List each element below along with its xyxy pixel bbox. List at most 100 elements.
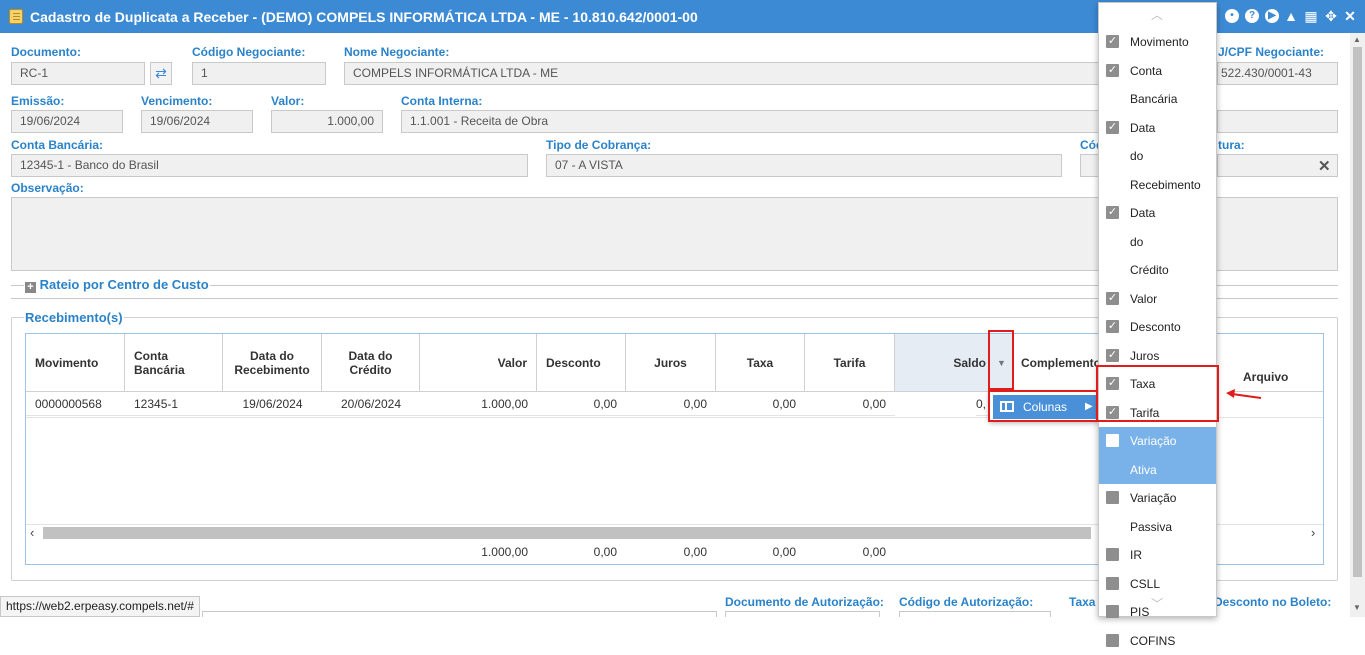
cell-taxa[interactable]: 0,00: [716, 392, 805, 416]
scroll-up-icon[interactable]: ▲: [1353, 35, 1361, 44]
column-toggle-label: Data: [1130, 199, 1155, 227]
col-header-taxa[interactable]: Taxa: [716, 334, 805, 392]
column-toggle-label: Data: [1130, 114, 1155, 142]
vencimento-field[interactable]: 19/06/2024: [141, 110, 253, 133]
column-toggle-label: Conta: [1130, 57, 1162, 85]
checkbox-checked-icon[interactable]: ✓: [1106, 292, 1119, 305]
rateio-section[interactable]: + Rateio por Centro de Custo: [24, 277, 210, 293]
tipo-cobranca-field[interactable]: 07 - A VISTA: [546, 154, 1062, 177]
column-toggle-ir[interactable]: IR: [1099, 541, 1216, 570]
column-toggle-varia-o-passiva[interactable]: VariaçãoPassiva: [1099, 484, 1216, 541]
column-toggle-label: Recebimento: [1130, 171, 1201, 199]
cell-juros[interactable]: 0,00: [626, 392, 716, 416]
checkbox-checked-icon[interactable]: ✓: [1106, 349, 1119, 362]
cod-autorizacao-field[interactable]: [899, 611, 1051, 617]
highlight-colunas-item: [988, 390, 1098, 422]
checkbox-empty-icon[interactable]: [1106, 491, 1119, 504]
column-toggle-valor[interactable]: ✓ Valor: [1099, 285, 1216, 314]
cnpj-field[interactable]: 522.430/0001-43: [1217, 62, 1338, 85]
column-toggle-movimento[interactable]: ✓Movimento: [1099, 28, 1216, 57]
cod-negociante-field[interactable]: 1: [192, 62, 326, 85]
col-header-data-credito[interactable]: Data do Crédito: [322, 334, 420, 392]
col-header-valor[interactable]: Valor: [420, 334, 537, 392]
col-header-conta-bancaria[interactable]: Conta Bancária: [125, 334, 223, 392]
valor-field[interactable]: 1.000,00: [271, 110, 383, 133]
refresh-icon[interactable]: ⇄: [150, 62, 172, 85]
nome-negociante-label: Nome Negociante:: [344, 45, 449, 59]
conta-interna-field-tail: [1217, 110, 1338, 133]
plus-icon[interactable]: +: [25, 282, 36, 293]
cell-tarifa[interactable]: 0,00: [805, 392, 895, 416]
doc-autorizacao-field[interactable]: [725, 611, 880, 617]
page-scrollbar[interactable]: ▲ ▼: [1350, 33, 1365, 617]
col-header-juros[interactable]: Juros: [626, 334, 716, 392]
fullscreen-icon[interactable]: ✥: [1324, 9, 1338, 23]
chevron-down-icon[interactable]: ﹀: [1151, 595, 1163, 612]
checkbox-empty-icon[interactable]: [1106, 577, 1119, 590]
doc-autorizacao-label: Documento de Autorização:: [725, 595, 884, 609]
highlight-sort-button: [988, 330, 1014, 390]
cell-desconto[interactable]: 0,00: [537, 392, 626, 416]
cell-data-recebimento[interactable]: 19/06/2024: [223, 392, 322, 416]
checkbox-empty-icon[interactable]: [1106, 634, 1119, 647]
cod-autorizacao-label: Código de Autorização:: [899, 595, 1033, 609]
conta-interna-label: Conta Interna:: [401, 94, 482, 108]
checkbox-empty-icon[interactable]: [1106, 434, 1119, 447]
checkbox-checked-icon[interactable]: ✓: [1106, 64, 1119, 77]
emissao-label: Emissão:: [11, 94, 64, 108]
column-toggle-cofins[interactable]: COFINS: [1099, 627, 1216, 655]
col-header-data-recebimento[interactable]: Data do Recebimento: [223, 334, 322, 392]
cod-negociante-label: Código Negociante:: [192, 45, 305, 59]
column-toggle-desconto[interactable]: ✓Desconto: [1099, 313, 1216, 342]
settings-icon[interactable]: •: [1225, 9, 1239, 23]
rateio-label: Rateio por Centro de Custo: [40, 277, 209, 292]
cell-movimento[interactable]: 0000000568: [26, 392, 125, 416]
checkbox-empty-icon[interactable]: [1106, 548, 1119, 561]
scroll-left-icon[interactable]: ‹: [30, 525, 34, 540]
calendar-icon[interactable]: ▦: [1304, 9, 1318, 23]
close-icon[interactable]: ✕: [1318, 157, 1331, 175]
column-toggle-csll[interactable]: CSLL: [1099, 570, 1216, 599]
desconto-boleto-label: Desconto no Boleto:: [1214, 595, 1331, 609]
column-toggle-data-do-recebimento[interactable]: ✓ DatadoRecebimento: [1099, 114, 1216, 200]
column-toggle-label: IR: [1130, 541, 1142, 569]
checkbox-checked-icon[interactable]: ✓: [1106, 121, 1119, 134]
cell-valor[interactable]: 1.000,00: [420, 392, 537, 416]
column-toggle-label: Variação: [1130, 484, 1176, 512]
col-header-desconto[interactable]: Desconto: [537, 334, 626, 392]
footer-valor: 1.000,00: [420, 540, 537, 564]
column-toggle-data-do-cr-dito[interactable]: ✓DatadoCrédito: [1099, 199, 1216, 285]
scroll-right-icon[interactable]: ›: [1311, 525, 1315, 540]
help-icon[interactable]: ?: [1245, 9, 1259, 23]
conta-interna-field[interactable]: 1.1.001 - Receita de Obra: [401, 110, 1099, 133]
col-header-movimento[interactable]: Movimento: [26, 334, 125, 392]
conta-bancaria-label: Conta Bancária:: [11, 138, 103, 152]
column-toggle-conta-banc-ria[interactable]: ✓ContaBancária: [1099, 57, 1216, 114]
play-icon[interactable]: ▶: [1265, 9, 1279, 23]
close-window-icon[interactable]: ✕: [1343, 9, 1357, 23]
cell-conta-bancaria[interactable]: 12345-1: [125, 392, 223, 416]
column-toggle-varia-o-ativa[interactable]: VariaçãoAtiva: [1099, 427, 1216, 484]
checkbox-empty-icon[interactable]: [1106, 605, 1119, 618]
checkbox-checked-icon[interactable]: ✓: [1106, 206, 1119, 219]
emissao-field[interactable]: 19/06/2024: [11, 110, 123, 133]
checkbox-checked-icon[interactable]: ✓: [1106, 35, 1119, 48]
scroll-down-icon[interactable]: ▼: [1353, 603, 1361, 612]
page-scrollbar-thumb[interactable]: [1353, 47, 1362, 577]
nome-negociante-field[interactable]: COMPELS INFORMÁTICA LTDA - ME: [344, 62, 1099, 85]
scrollbar-thumb[interactable]: [43, 527, 1091, 539]
conta-bancaria-field[interactable]: 12345-1 - Banco do Brasil: [11, 154, 528, 177]
column-toggle-label: Ativa: [1130, 456, 1157, 484]
chevron-up-icon[interactable]: ︿: [1151, 6, 1163, 23]
codigo-field[interactable]: [1080, 154, 1099, 177]
column-toggle-label: do: [1130, 142, 1143, 170]
documento-field[interactable]: RC-1: [11, 62, 145, 85]
bottom-field-partial[interactable]: [202, 611, 717, 617]
documento-label: Documento:: [11, 45, 81, 59]
cell-data-credito[interactable]: 20/06/2024: [322, 392, 420, 416]
column-toggle-label: Valor: [1130, 285, 1157, 313]
col-header-tarifa[interactable]: Tarifa: [805, 334, 895, 392]
col-header-complemento[interactable]: Complemento: [1012, 334, 1105, 392]
user-icon[interactable]: ▲: [1284, 9, 1298, 23]
checkbox-checked-icon[interactable]: ✓: [1106, 320, 1119, 333]
